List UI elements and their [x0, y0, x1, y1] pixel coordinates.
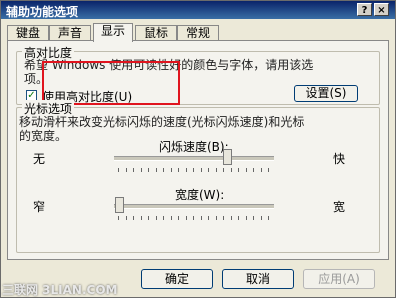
slider-tick: [208, 216, 209, 220]
slider-tick: [171, 216, 172, 220]
slider-tick: [238, 216, 239, 220]
blink-rate-slider-thumb[interactable]: [223, 149, 232, 165]
blink-rate-label: 闪烁速度(B):: [159, 140, 229, 154]
slider-tick: [156, 168, 157, 172]
slider-tick: [231, 168, 232, 172]
blink-rate-min-label: 无: [33, 152, 46, 166]
slider-tick: [126, 216, 127, 220]
slider-tick: [133, 216, 134, 220]
tab-display[interactable]: 显示: [93, 23, 133, 42]
cancel-button[interactable]: 取消: [222, 269, 294, 289]
slider-tick: [156, 216, 157, 220]
watermark: 三联网 3LIAN.COM: [2, 283, 118, 297]
cursor-options-group: 光标选项 移动滑杆来改变光标闪烁的速度(光标闪烁速度)和光标 的宽度。 闪烁速度…: [16, 100, 380, 253]
cursor-options-description-line2: 的宽度。: [19, 129, 68, 143]
slider-tick: [118, 216, 119, 220]
slider-tick: [238, 168, 239, 172]
highlight-annotation: [42, 61, 180, 105]
blink-rate-slider-ticks: [118, 168, 270, 174]
slider-tick: [253, 216, 254, 220]
slider-tick: [186, 168, 187, 172]
slider-tick: [171, 168, 172, 172]
cursor-width-slider-ticks: [118, 216, 270, 222]
slider-tick: [163, 168, 164, 172]
ok-button[interactable]: 确定: [141, 269, 213, 289]
slider-tick: [246, 168, 247, 172]
slider-tick: [126, 168, 127, 172]
slider-tick: [141, 216, 142, 220]
slider-tick: [201, 216, 202, 220]
slider-tick: [133, 168, 134, 172]
slider-tick: [261, 168, 262, 172]
slider-tick: [261, 216, 262, 220]
slider-tick: [118, 168, 119, 172]
slider-tick: [163, 216, 164, 220]
blink-rate-slider-track[interactable]: [114, 156, 274, 161]
slider-tick: [268, 216, 269, 220]
slider-tick: [201, 168, 202, 172]
apply-button: 应用(A): [303, 269, 375, 289]
cursor-width-slider-track[interactable]: [114, 204, 274, 209]
slider-tick: [208, 168, 209, 172]
slider-tick: [186, 216, 187, 220]
help-button[interactable]: ?: [357, 3, 372, 16]
slider-tick: [253, 168, 254, 172]
high-contrast-settings-button[interactable]: 设置(S): [294, 85, 358, 102]
slider-tick: [216, 168, 217, 172]
slider-tick: [148, 168, 149, 172]
slider-tick: [178, 168, 179, 172]
slider-tick: [223, 216, 224, 220]
cursor-width-min-label: 窄: [33, 200, 46, 214]
slider-tick: [148, 216, 149, 220]
slider-tick: [216, 216, 217, 220]
cursor-width-label: 宽度(W):: [175, 188, 225, 202]
tab-mouse[interactable]: 鼠标: [135, 25, 177, 41]
slider-tick: [231, 216, 232, 220]
dialog-window: 辅助功能选项 ? × 键盘 声音 显示 鼠标 常规 高对比度 希望 Window…: [0, 0, 396, 298]
slider-tick: [193, 168, 194, 172]
tab-keyboard[interactable]: 键盘: [7, 25, 49, 41]
slider-tick: [193, 216, 194, 220]
slider-tick: [223, 168, 224, 172]
window-title: 辅助功能选项: [6, 5, 79, 19]
cursor-options-description-line1: 移动滑杆来改变光标闪烁的速度(光标闪烁速度)和光标: [19, 115, 305, 129]
tab-general[interactable]: 常规: [177, 25, 219, 41]
slider-tick: [178, 216, 179, 220]
display-tab-panel: 高对比度 希望 Windows 使用可读性好的颜色与字体，请用该选 项。 ✓ 使…: [7, 40, 389, 260]
slider-tick: [141, 168, 142, 172]
title-bar[interactable]: 辅助功能选项 ? ×: [1, 1, 395, 19]
tab-sound[interactable]: 声音: [49, 25, 91, 41]
blink-rate-max-label: 快: [333, 152, 346, 166]
cursor-width-max-label: 宽: [333, 200, 346, 214]
close-button[interactable]: ×: [374, 3, 389, 16]
cursor-width-slider-thumb[interactable]: [115, 197, 124, 213]
slider-tick: [268, 168, 269, 172]
slider-tick: [246, 216, 247, 220]
